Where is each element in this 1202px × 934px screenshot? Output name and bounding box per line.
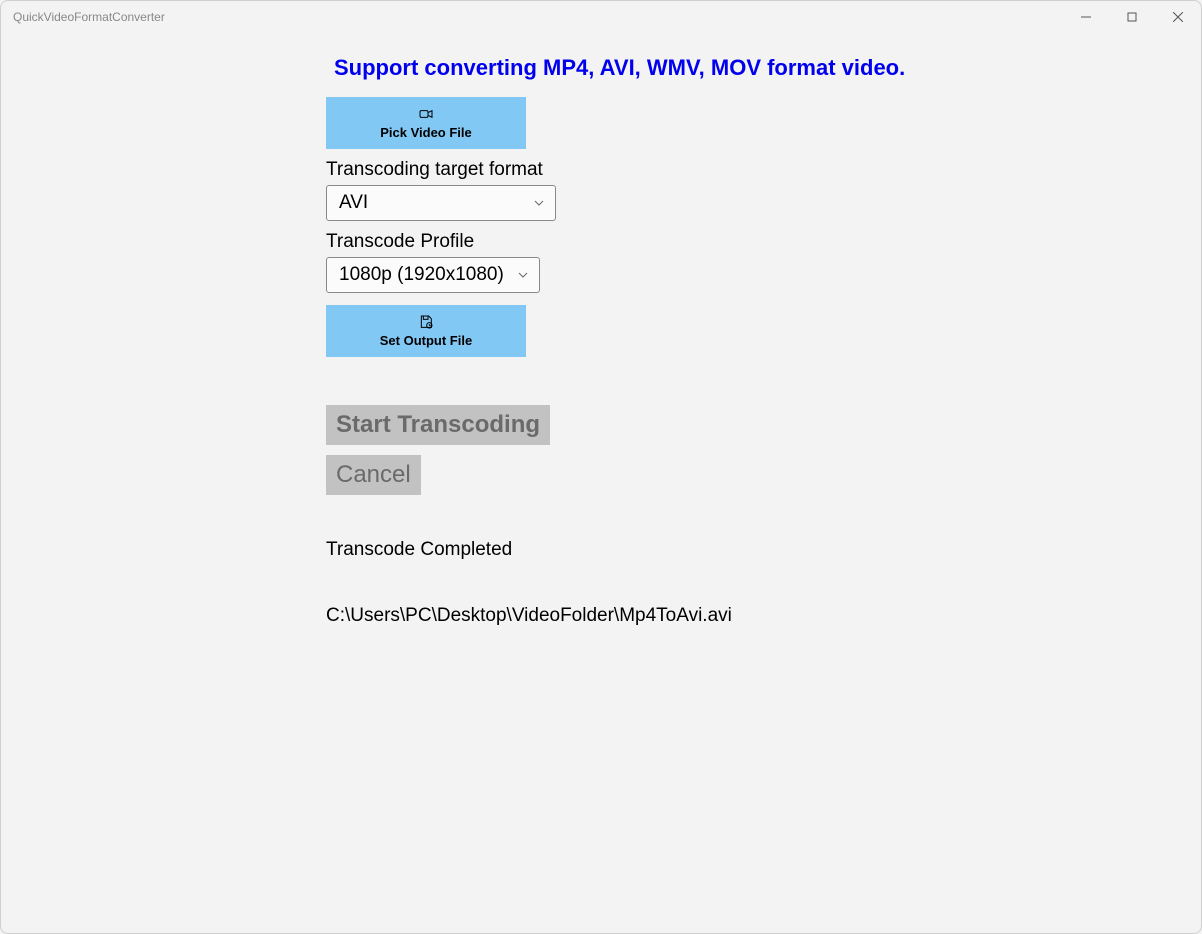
close-button[interactable] [1155, 1, 1201, 33]
maximize-icon [1127, 12, 1137, 22]
target-format-value: AVI [339, 192, 368, 214]
minimize-icon [1081, 12, 1091, 22]
window-title: QuickVideoFormatConverter [13, 10, 165, 24]
set-output-label: Set Output File [380, 333, 472, 348]
minimize-button[interactable] [1063, 1, 1109, 33]
profile-select[interactable]: 1080p (1920x1080) [326, 257, 540, 293]
target-format-label: Transcoding target format [326, 159, 1201, 181]
titlebar: QuickVideoFormatConverter [1, 1, 1201, 33]
close-icon [1173, 12, 1183, 22]
video-camera-icon [418, 106, 434, 122]
save-file-icon [418, 314, 434, 330]
chevron-down-icon [533, 197, 545, 209]
pick-video-label: Pick Video File [380, 125, 472, 140]
output-path-text: C:\Users\PC\Desktop\VideoFolder\Mp4ToAvi… [326, 605, 1201, 627]
status-text: Transcode Completed [326, 539, 1201, 561]
cancel-button[interactable]: Cancel [326, 455, 421, 495]
profile-label: Transcode Profile [326, 231, 1201, 253]
content-area: Support converting MP4, AVI, WMV, MOV fo… [1, 33, 1201, 933]
set-output-button[interactable]: Set Output File [326, 305, 526, 357]
profile-value: 1080p (1920x1080) [339, 264, 504, 286]
start-transcoding-button[interactable]: Start Transcoding [326, 405, 550, 445]
chevron-down-icon [517, 269, 529, 281]
pick-video-button[interactable]: Pick Video File [326, 97, 526, 149]
app-window: QuickVideoFormatConverter Support conver… [0, 0, 1202, 934]
window-controls [1063, 1, 1201, 33]
target-format-select[interactable]: AVI [326, 185, 556, 221]
headline-text: Support converting MP4, AVI, WMV, MOV fo… [334, 55, 1201, 81]
maximize-button[interactable] [1109, 1, 1155, 33]
